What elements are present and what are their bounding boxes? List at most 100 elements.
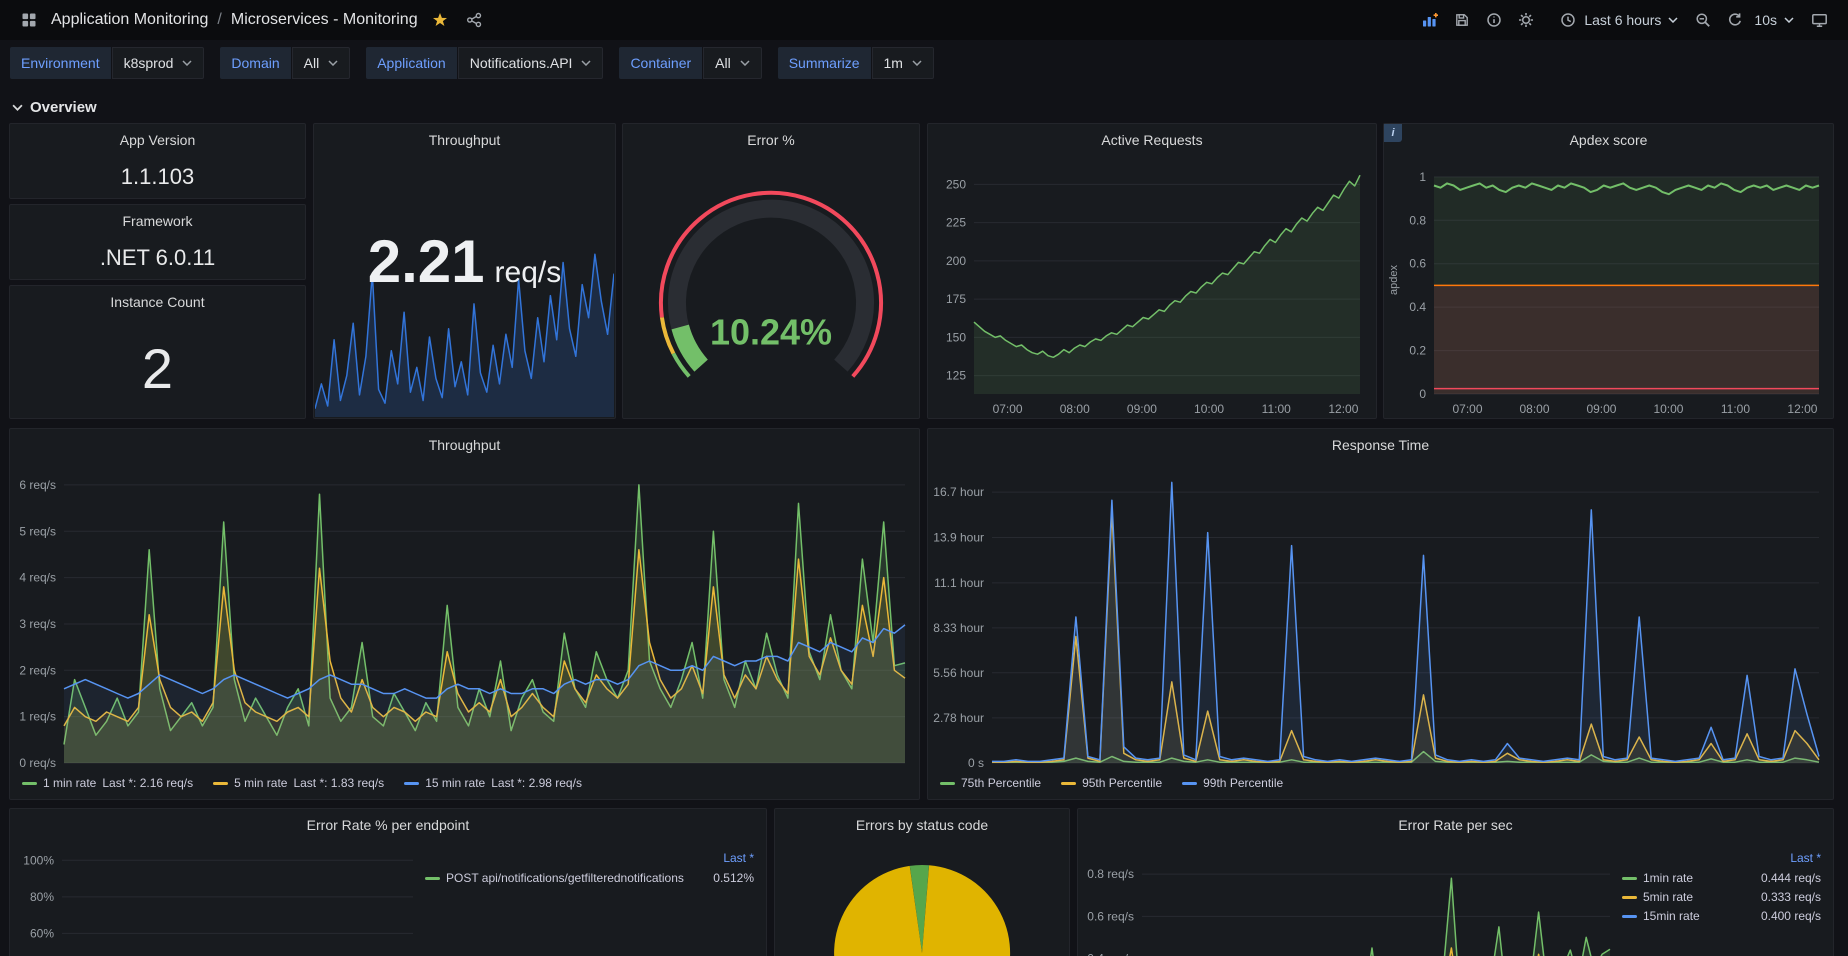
kiosk-tv-icon[interactable] [1804,5,1834,35]
svg-text:11:30: 11:30 [1697,771,1726,773]
svg-text:11:30: 11:30 [781,771,810,773]
chevron-down-icon [1784,17,1794,23]
legend-item[interactable]: 1 min rate Last *: 2.16 req/s [22,776,193,790]
panel-title[interactable]: Apdex score [1570,132,1648,148]
legend: Last * POST api/notifications/getfiltered… [421,841,766,956]
stat-unit: req/s [494,255,562,289]
save-dashboard-icon[interactable] [1447,5,1477,35]
legend-item[interactable]: 95th Percentile [1061,776,1162,790]
svg-text:10.24%: 10.24% [710,312,832,353]
panel-title[interactable]: Response Time [1332,437,1429,453]
variable-environment[interactable]: Environment k8sprod [10,47,205,79]
panel-active-requests: Active Requests 125 150 175 200 225 250 07:00 0… [927,123,1377,419]
add-panel-icon[interactable] [1415,5,1445,35]
variable-label: Domain [220,47,291,79]
chevron-down-icon [182,60,192,66]
legend-series-marker [213,781,229,785]
error-rate-endpoint-chart[interactable]: 0%20%40%60%80%100% [10,841,421,956]
svg-text:250: 250 [946,177,966,191]
svg-text:8.33 hour: 8.33 hour [933,621,984,635]
legend-item[interactable]: 5 min rate Last *: 1.83 req/s [213,776,384,790]
section-title: Overview [30,99,97,116]
variables-bar: Environment k8sprod Domain All Applicati… [0,40,1848,86]
panel-framework: Framework .NET 6.0.11 [9,204,306,280]
apdex-score-chart[interactable]: 0 0.2 0.4 0.6 0.8 1 07:00 08:00 09:00 10:00 11:00 1… [1384,156,1833,418]
throughput-timeseries-chart[interactable]: 0 req/s 1 req/s 2 req/s 3 req/s 4 req/s 5 req… [10,461,919,773]
svg-text:1: 1 [1419,170,1426,184]
row-overview-toggle[interactable]: Overview [0,86,1848,120]
legend-series-label: 99th Percentile [1203,776,1284,790]
grafana-dashboard: Application Monitoring / Microservices -… [0,0,1848,956]
panel-title[interactable]: Instance Count [110,294,204,310]
legend: 1 min rate Last *: 2.16 req/s 5 min rate La… [10,773,919,799]
panel-title[interactable]: Error % [747,132,794,148]
legend-item[interactable]: 1min rate 0.444 req/s [1622,871,1821,885]
breadcrumb-root[interactable]: Application Monitoring [48,11,211,29]
refresh-interval-dropdown[interactable]: 10s [1752,8,1802,32]
svg-text:09:00: 09:00 [1127,402,1157,416]
panel-title[interactable]: Framework [122,213,192,229]
favorite-star-icon[interactable] [425,5,455,35]
zoom-out-icon[interactable] [1688,5,1718,35]
legend-header[interactable]: Last * [1790,851,1821,865]
svg-text:5.56 hour: 5.56 hour [933,666,984,680]
legend-series-value: 0.512% [713,871,754,885]
svg-text:08:30: 08:30 [342,771,372,773]
stat-value: .NET 6.0.11 [99,245,216,270]
panel-title[interactable]: Throughput [429,132,501,148]
error-percent-gauge[interactable]: 10.24% [623,156,919,418]
info-icon[interactable] [1479,5,1509,35]
legend-series-value: Last *: 2.98 req/s [491,776,582,790]
panel-title[interactable]: App Version [120,132,196,148]
variable-container[interactable]: Container All [619,47,762,79]
svg-text:09:30: 09:30 [488,771,518,773]
panel-info-corner-icon[interactable]: i [1384,124,1402,142]
legend-item[interactable]: 15min rate 0.400 req/s [1622,909,1821,923]
svg-text:11:00: 11:00 [1625,771,1654,773]
legend-item[interactable]: 15 min rate Last *: 2.98 req/s [404,776,582,790]
legend-item[interactable]: 99th Percentile [1182,776,1283,790]
panel-title[interactable]: Error Rate per sec [1398,817,1512,833]
svg-text:07:00: 07:00 [1452,402,1482,416]
svg-text:0.6: 0.6 [1409,257,1426,271]
errors-by-status-pie-chart[interactable] [775,841,1069,956]
variable-value: 1m [883,55,903,71]
panel-error-percent: Error % 10.24% [622,123,920,419]
svg-text:0: 0 [1419,387,1426,401]
legend-item[interactable]: 5min rate 0.333 req/s [1622,890,1821,904]
dashboard-settings-gear-icon[interactable] [1511,5,1541,35]
svg-text:07:00: 07:00 [122,771,152,773]
legend-series-label: 15 min rate [425,776,486,790]
legend-series-label: POST api/notifications/getfilterednotifi… [446,871,684,885]
svg-text:0.4: 0.4 [1409,300,1426,314]
panel-error-rate-per-sec: Error Rate per sec 0 req/s0.2 req/s0.4 r… [1077,808,1834,956]
variable-application[interactable]: Application Notifications.API [366,47,604,79]
variable-summarize[interactable]: Summarize 1m [777,47,934,79]
legend-header[interactable]: Last * [723,851,754,865]
apps-menu-icon[interactable] [14,5,44,35]
time-range-picker[interactable]: Last 6 hours [1551,7,1686,33]
svg-text:80%: 80% [30,890,54,904]
svg-text:5 req/s: 5 req/s [19,524,56,538]
response-time-chart[interactable]: 0 s 2.78 hour 5.56 hour 8.33 hour 11.1 hour 1… [928,461,1833,773]
panel-title[interactable]: Errors by status code [856,817,988,833]
svg-text:225: 225 [946,216,966,230]
panel-title[interactable]: Error Rate % per endpoint [307,817,470,833]
panel-errors-by-status-code: Errors by status code [774,808,1070,956]
legend-item[interactable]: 75th Percentile [940,776,1041,790]
share-icon[interactable] [459,5,489,35]
variable-domain[interactable]: Domain All [220,47,351,79]
error-rate-per-sec-chart[interactable]: 0 req/s0.2 req/s0.4 req/s0.6 req/s0.8 re… [1078,841,1618,956]
chevron-down-icon [1668,17,1678,23]
legend-item[interactable]: POST api/notifications/getfilterednotifi… [425,871,754,885]
active-requests-chart[interactable]: 125 150 175 200 225 250 07:00 08:00 09:00 10:00 11… [928,156,1376,418]
panel-title[interactable]: Active Requests [1101,132,1202,148]
svg-text:12:00: 12:00 [1787,402,1817,416]
legend-series-value: 0.400 req/s [1760,909,1821,923]
svg-text:09:00: 09:00 [1586,402,1616,416]
panel-title[interactable]: Throughput [429,437,501,453]
breadcrumb-current[interactable]: Microservices - Monitoring [228,11,421,29]
refresh-icon[interactable] [1720,5,1750,35]
svg-text:175: 175 [946,292,966,306]
variable-label: Container [619,47,703,79]
